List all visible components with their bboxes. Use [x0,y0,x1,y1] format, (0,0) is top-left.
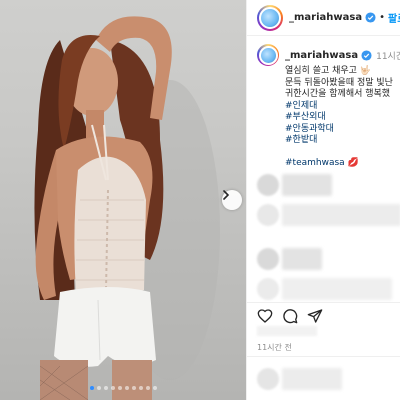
carousel-dot [131,386,136,390]
caption-text: 열심히 쓸고 채우고 🤟🏻 문득 뒤돌아봤을때 정말 빛난 귀한시간을 함께해서… [257,66,400,169]
post-photo[interactable] [0,0,246,400]
separator-dot: • [379,12,385,23]
caption-line: 열심히 쓸고 채우고 🤟🏻 [285,66,372,76]
verified-badge-icon [361,49,372,61]
hashtag-link[interactable]: #한밭대 [285,135,400,147]
action-bar [247,302,400,328]
comment-avatar [257,204,279,226]
carousel-dot [89,386,94,390]
caption-line: 귀한시간을 함께해서 행복했 [285,89,391,99]
post-header: _mariahwasa • 팔로우 [247,0,400,36]
redacted-comment [282,248,322,270]
post-side-panel: _mariahwasa • 팔로우 _mariahwasa 11시간 열심히 쓸… [246,0,400,400]
hashtag-link[interactable]: #안동과학대 [285,124,400,136]
heart-icon[interactable] [257,308,273,324]
comment-item [247,170,400,200]
post-timestamp: 11시간 전 [257,343,292,352]
redacted-avatar [257,367,279,390]
add-comment-row [247,356,400,400]
redacted-comment [282,174,332,196]
comment-icon[interactable] [282,308,298,324]
comment-avatar [257,174,279,196]
follow-button[interactable]: 팔로우 [388,10,400,25]
carousel-dot [152,386,157,390]
comments-list [247,170,400,304]
username[interactable]: _mariahwasa [289,12,362,23]
avatar[interactable] [257,4,283,31]
carousel-dot [124,386,129,390]
caption-time: 11시간 [376,51,400,62]
next-slide-button[interactable] [222,190,242,210]
carousel-dot [117,386,122,390]
carousel-dot [145,386,150,390]
redacted-comment [282,278,392,300]
carousel-indicator [0,386,246,390]
paper-plane-icon[interactable] [307,308,323,324]
hashtag-link[interactable]: #부산외대 [285,112,400,124]
photo-illustration [34,16,220,400]
redacted-likes [257,326,317,336]
caption-line: 문득 뒤돌아봤을때 정말 빛난 [285,77,393,88]
caption-avatar[interactable] [257,44,279,66]
comment-item [247,274,400,304]
caption: _mariahwasa 11시간 열심히 쓸고 채우고 🤟🏻 문득 뒤돌아봤을때… [247,36,400,169]
redacted-comment [282,367,342,390]
redacted-comment [282,204,400,226]
carousel-dot [110,386,115,390]
chevron-right-icon [223,190,230,200]
carousel-dot [138,386,143,390]
carousel-dot [96,386,101,390]
comment-item [247,200,400,230]
carousel-dot [103,386,108,390]
comment-avatar [257,248,279,270]
caption-username[interactable]: _mariahwasa [285,50,358,61]
hashtag-link[interactable]: #인제대 [285,101,400,113]
team-hashtag-link[interactable]: #teamhwasa 💋 [285,158,400,170]
comment-item [247,244,400,274]
verified-badge-icon [365,12,376,23]
comment-avatar [257,278,279,300]
